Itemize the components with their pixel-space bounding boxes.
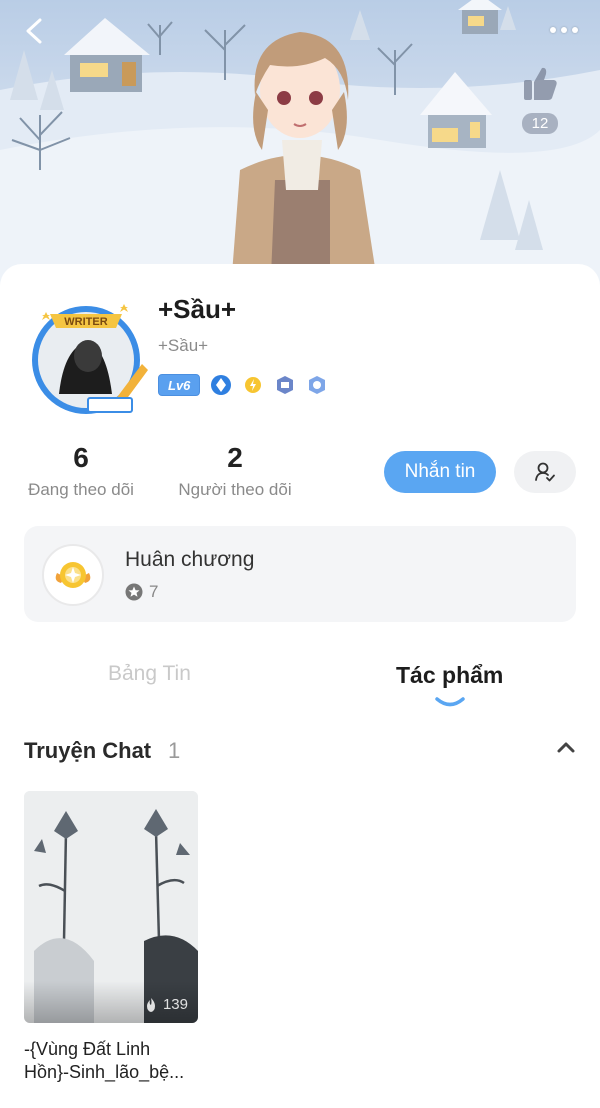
like-count: 12 [521,113,559,134]
back-button[interactable] [18,14,52,48]
profile-tabs: Bảng Tin Tác phẩm [0,654,600,714]
level-badge[interactable]: Lv6 [158,374,201,396]
medals-panel[interactable]: Huân chương 7 [24,526,576,622]
profile-handle: +Sầu+ [158,336,209,355]
more-dot-icon [572,27,578,33]
house-left [64,18,150,92]
winter-scene-illustration [0,0,600,300]
tab-news-feed[interactable]: Bảng Tin [108,662,191,686]
lightning-badge-icon[interactable] [242,374,264,396]
medals-count: 7 [149,582,159,601]
work-likes-count: 139 [162,996,188,1013]
sun-medal-icon [55,562,91,588]
following-label: Đang theo dõi [28,480,134,499]
user-check-icon [535,462,555,482]
followers-stat[interactable]: 2 Người theo dõi [174,442,296,500]
avatar[interactable]: WRITER [24,294,154,424]
thumbs-up-icon [524,67,557,100]
following-stat[interactable]: 6 Đang theo dõi [24,442,138,500]
star-circle-icon [125,583,143,601]
following-count: 6 [73,442,89,473]
medals-title: Huân chương [125,548,255,571]
more-dot-icon [561,27,567,33]
profile-cover: 12 [0,0,600,300]
badge-row: Lv6 [158,374,328,396]
work-cover[interactable]: 139 [24,791,198,1023]
medal-icon [42,544,104,606]
house-right [420,72,492,148]
works-section-count: 1 [168,738,181,763]
followers-count: 2 [227,442,243,473]
more-options-button[interactable] [542,18,586,42]
message-button[interactable]: Nhắn tin [384,451,496,493]
like-button[interactable]: 12 [516,64,564,134]
work-title-line-2: Hồn}-Sinh_lão_bệ... [24,1062,185,1082]
followers-label: Người theo dõi [178,480,292,499]
flame-icon [146,997,155,1012]
medals-count-row: 7 [125,582,158,602]
work-likes: 139 [143,996,188,1013]
profile-card: WRITER +Sầu+ +Sầu+ Lv6 6 Đang theo dõi 2… [0,264,600,1108]
chevron-left-icon [26,18,42,44]
more-dot-icon [550,27,556,33]
work-title[interactable]: -{Vùng Đất Linh Hồn}-Sinh_lão_bệ... [24,1038,224,1084]
diamond-badge-icon[interactable] [210,374,232,396]
book-badge-icon[interactable] [274,374,296,396]
works-section-title: Truyện Chat [24,738,152,763]
profile-name: +Sầu+ [158,294,237,324]
chevron-up-icon[interactable] [556,740,576,754]
active-tab-indicator [435,697,465,707]
work-title-line-1: -{Vùng Đất Linh [24,1039,151,1059]
gem-badge-icon[interactable] [306,374,328,396]
avatar-badge-text: WRITER [64,316,107,328]
follow-button[interactable] [514,451,576,493]
work-cover-image [24,791,198,1023]
avatar-image: WRITER [32,304,148,414]
tab-works[interactable]: Tác phẩm [396,662,503,689]
